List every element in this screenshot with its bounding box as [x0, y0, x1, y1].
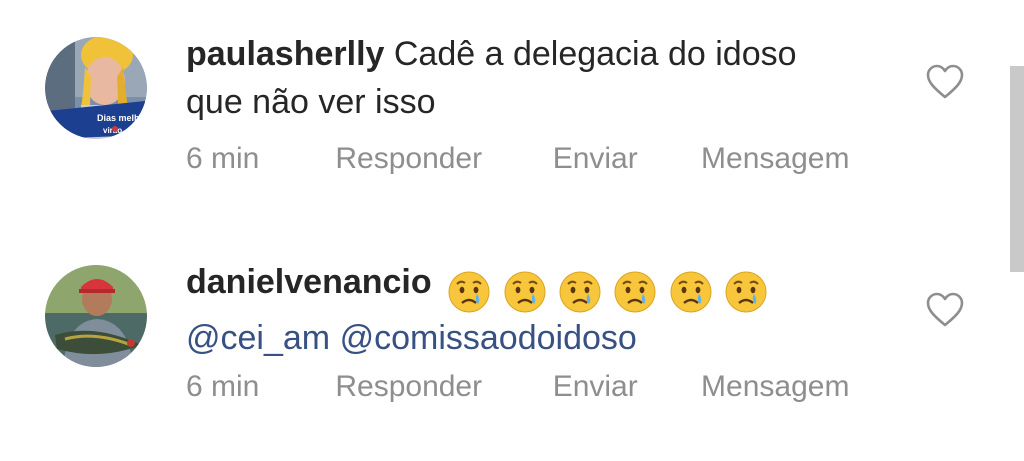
mention-link[interactable]: @comissaodoidoso [340, 319, 637, 357]
crying-face-icon [559, 271, 601, 313]
crying-face-icon [725, 271, 767, 313]
avatar[interactable]: Dias melhores virão [45, 37, 147, 139]
comments-feed: Dias melhores virão paulasherlly Cadê a … [0, 0, 1024, 461]
send-button[interactable]: Enviar [553, 370, 693, 404]
heart-outline-icon[interactable] [926, 64, 964, 100]
avatar[interactable] [45, 265, 147, 367]
message-button[interactable]: Mensagem [701, 142, 849, 176]
avatar-image: Dias melhores virão [45, 37, 147, 139]
avatar-overlay-text: Dias melhores [97, 113, 147, 123]
comment-text-continued: que não ver isso [186, 83, 436, 121]
avatar-image [45, 265, 147, 367]
comment-text: Cadê a delegacia do idoso [393, 35, 797, 73]
comment-body: paulasherlly Cadê a delegacia do idoso q… [186, 30, 906, 126]
username[interactable]: danielvenancio [186, 263, 432, 301]
comment-body: danielvenancio @cei_am @comissaodoidoso [186, 258, 906, 362]
comment-actions: 6 min Responder Enviar Mensagem [186, 370, 849, 404]
scrollbar[interactable] [1010, 66, 1024, 272]
emoji-group [447, 266, 770, 314]
heart-outline-icon[interactable] [926, 292, 964, 328]
reply-button[interactable]: Responder [335, 142, 544, 176]
username[interactable]: paulasherlly [186, 35, 384, 73]
reply-button[interactable]: Responder [335, 370, 544, 404]
crying-face-icon [614, 271, 656, 313]
comment-item: danielvenancio @cei_am @comissaodoidoso … [0, 228, 1024, 448]
crying-face-icon [504, 271, 546, 313]
mention-link[interactable]: @cei_am [186, 319, 330, 357]
send-button[interactable]: Enviar [553, 142, 693, 176]
timestamp: 6 min [186, 370, 260, 403]
message-button[interactable]: Mensagem [701, 370, 849, 404]
crying-face-icon [670, 271, 712, 313]
timestamp: 6 min [186, 142, 260, 175]
comment-item: Dias melhores virão paulasherlly Cadê a … [0, 0, 1024, 220]
crying-face-icon [448, 271, 490, 313]
comment-actions: 6 min Responder Enviar Mensagem [186, 142, 849, 176]
